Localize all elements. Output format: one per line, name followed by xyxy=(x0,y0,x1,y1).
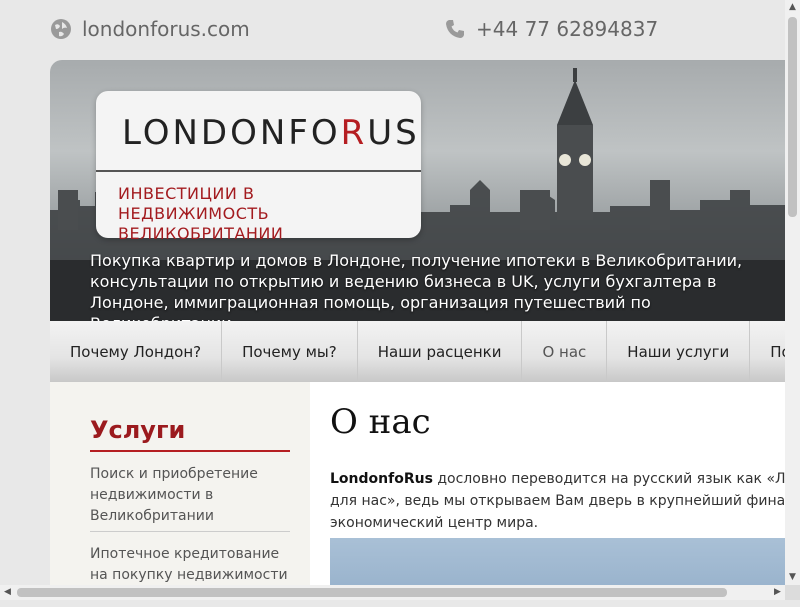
nav-item-about[interactable]: О нас xyxy=(522,321,608,382)
sidebar-item-property-search[interactable]: Поиск и приобретение недвижимости в Вели… xyxy=(90,464,290,527)
nav-item-why-us[interactable]: Почему мы? xyxy=(222,321,358,382)
main-content: О нас LondonfoRus дословно переводится н… xyxy=(310,382,785,600)
scroll-left-arrow-icon[interactable]: ◀ xyxy=(0,585,15,600)
logo-divider xyxy=(96,170,421,172)
vertical-scroll-thumb[interactable] xyxy=(788,17,797,217)
nav-item-services[interactable]: Наши услуги xyxy=(607,321,751,382)
top-bar: londonforus.com +44 77 62894837 xyxy=(0,0,800,60)
nav-item-useful[interactable]: Поле xyxy=(750,321,785,382)
logo-card[interactable]: LONDONFORUS ИНВЕСТИЦИИ В НЕДВИЖИМОСТЬ ВЕ… xyxy=(96,91,421,243)
phone-number[interactable]: +44 77 62894837 xyxy=(444,17,658,41)
page-title: О нас xyxy=(330,402,431,442)
nav-item-prices[interactable]: Наши расценки xyxy=(358,321,523,382)
logo-text-end: US xyxy=(367,113,420,153)
globe-icon xyxy=(51,19,71,39)
main-navigation: Почему Лондон? Почему мы? Наши расценки … xyxy=(50,321,785,382)
phone-icon xyxy=(446,20,464,38)
scroll-right-arrow-icon[interactable]: ▶ xyxy=(770,585,785,600)
about-brand-name: LondonfoRus xyxy=(330,471,433,487)
vertical-scrollbar[interactable]: ▲ ▼ xyxy=(785,0,800,585)
horizontal-scrollbar[interactable]: ◀ ▶ xyxy=(0,585,785,600)
scroll-down-arrow-icon[interactable]: ▼ xyxy=(785,570,800,585)
scroll-up-arrow-icon[interactable]: ▲ xyxy=(785,0,800,15)
about-paragraph: LondonfoRus дословно переводится на русс… xyxy=(330,468,785,534)
sidebar-title-underline xyxy=(90,450,290,452)
services-sidebar: Услуги Поиск и приобретение недвижимости… xyxy=(50,382,310,604)
horizontal-scroll-thumb[interactable] xyxy=(17,588,727,597)
hero-description: Покупка квартир и домов в Лондоне, получ… xyxy=(90,251,743,321)
site-logo: LONDONFORUS xyxy=(122,113,420,153)
phone-number-text: +44 77 62894837 xyxy=(476,17,659,41)
logo-text-accent: R xyxy=(340,113,368,153)
site-domain[interactable]: londonforus.com xyxy=(50,17,250,41)
logo-text-start: LONDONFO xyxy=(122,113,341,153)
sidebar-title: Услуги xyxy=(90,416,186,444)
logo-tagline: ИНВЕСТИЦИИ В НЕДВИЖИМОСТЬ ВЕЛИКОБРИТАНИИ xyxy=(118,184,284,243)
site-domain-text: londonforus.com xyxy=(82,17,250,41)
hero-banner: LONDONFORUS ИНВЕСТИЦИИ В НЕДВИЖИМОСТЬ ВЕ… xyxy=(50,60,785,321)
scrollbar-corner xyxy=(785,585,800,600)
nav-item-why-london[interactable]: Почему Лондон? xyxy=(50,321,223,382)
sidebar-divider xyxy=(90,531,290,532)
